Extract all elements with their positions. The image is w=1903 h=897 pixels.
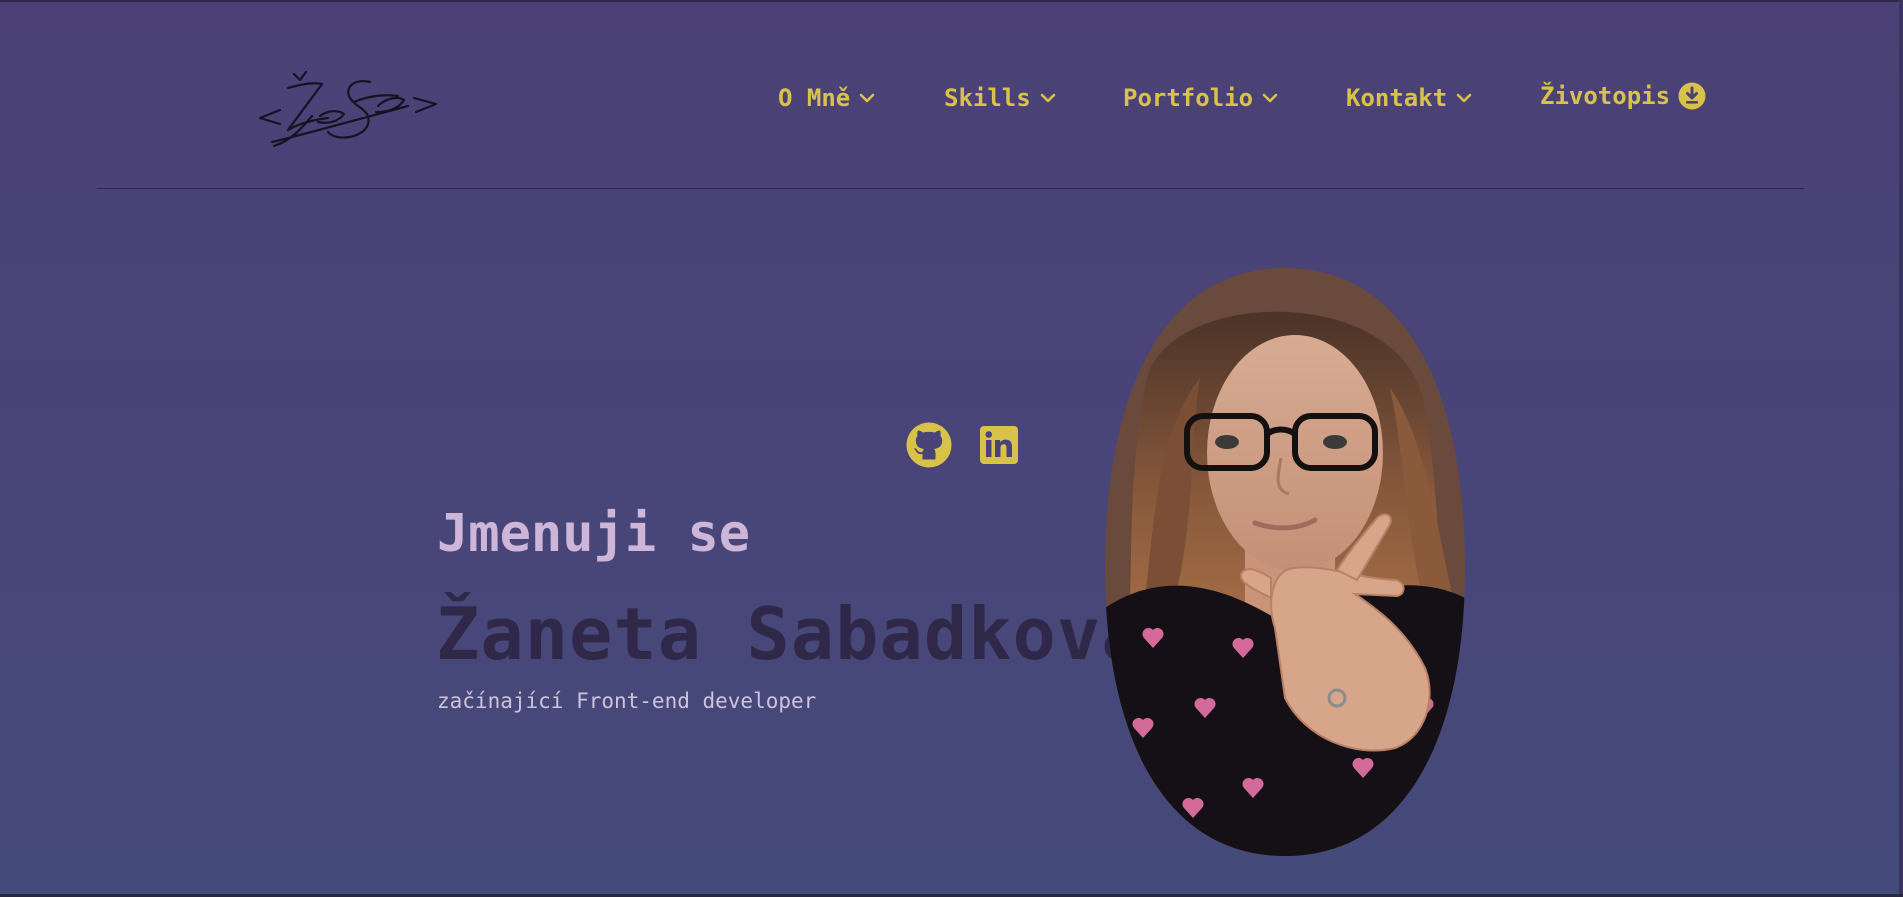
window-scrollbar[interactable] <box>1899 0 1903 897</box>
nav-item-label: Životopis <box>1540 82 1671 110</box>
nav-item-kontakt[interactable]: Kontakt <box>1346 84 1473 112</box>
linkedin-icon[interactable] <box>980 426 1018 464</box>
chevron-down-icon <box>1262 93 1278 103</box>
portrait-photo <box>1105 268 1465 856</box>
nav-item-label: Portfolio <box>1123 84 1254 112</box>
intro-heading: Jmenuji se <box>437 504 751 564</box>
nav-item-label: O Mně <box>778 84 851 112</box>
role-subtitle: začínající Front-end developer <box>437 689 817 713</box>
nav-item-label: Kontakt <box>1346 84 1448 112</box>
download-icon <box>1678 82 1706 110</box>
name-heading: Žaneta Sabadková <box>436 592 1146 676</box>
nav-item-o-mne[interactable]: O Mně <box>778 84 876 112</box>
github-icon[interactable] <box>906 422 952 468</box>
nav-item-skills[interactable]: Skills <box>944 84 1057 112</box>
nav-item-label: Skills <box>944 84 1031 112</box>
header-divider <box>97 188 1804 189</box>
chevron-down-icon <box>859 93 875 103</box>
chevron-down-icon <box>1456 93 1472 103</box>
site-header: O Mně Skills Portfolio Kontakt Životopis <box>0 0 1903 190</box>
nav-item-portfolio[interactable]: Portfolio <box>1123 84 1279 112</box>
main-navigation: O Mně Skills Portfolio Kontakt Životopis <box>0 82 1903 124</box>
chevron-down-icon <box>1040 93 1056 103</box>
nav-item-zivotopis[interactable]: Životopis <box>1540 82 1706 110</box>
